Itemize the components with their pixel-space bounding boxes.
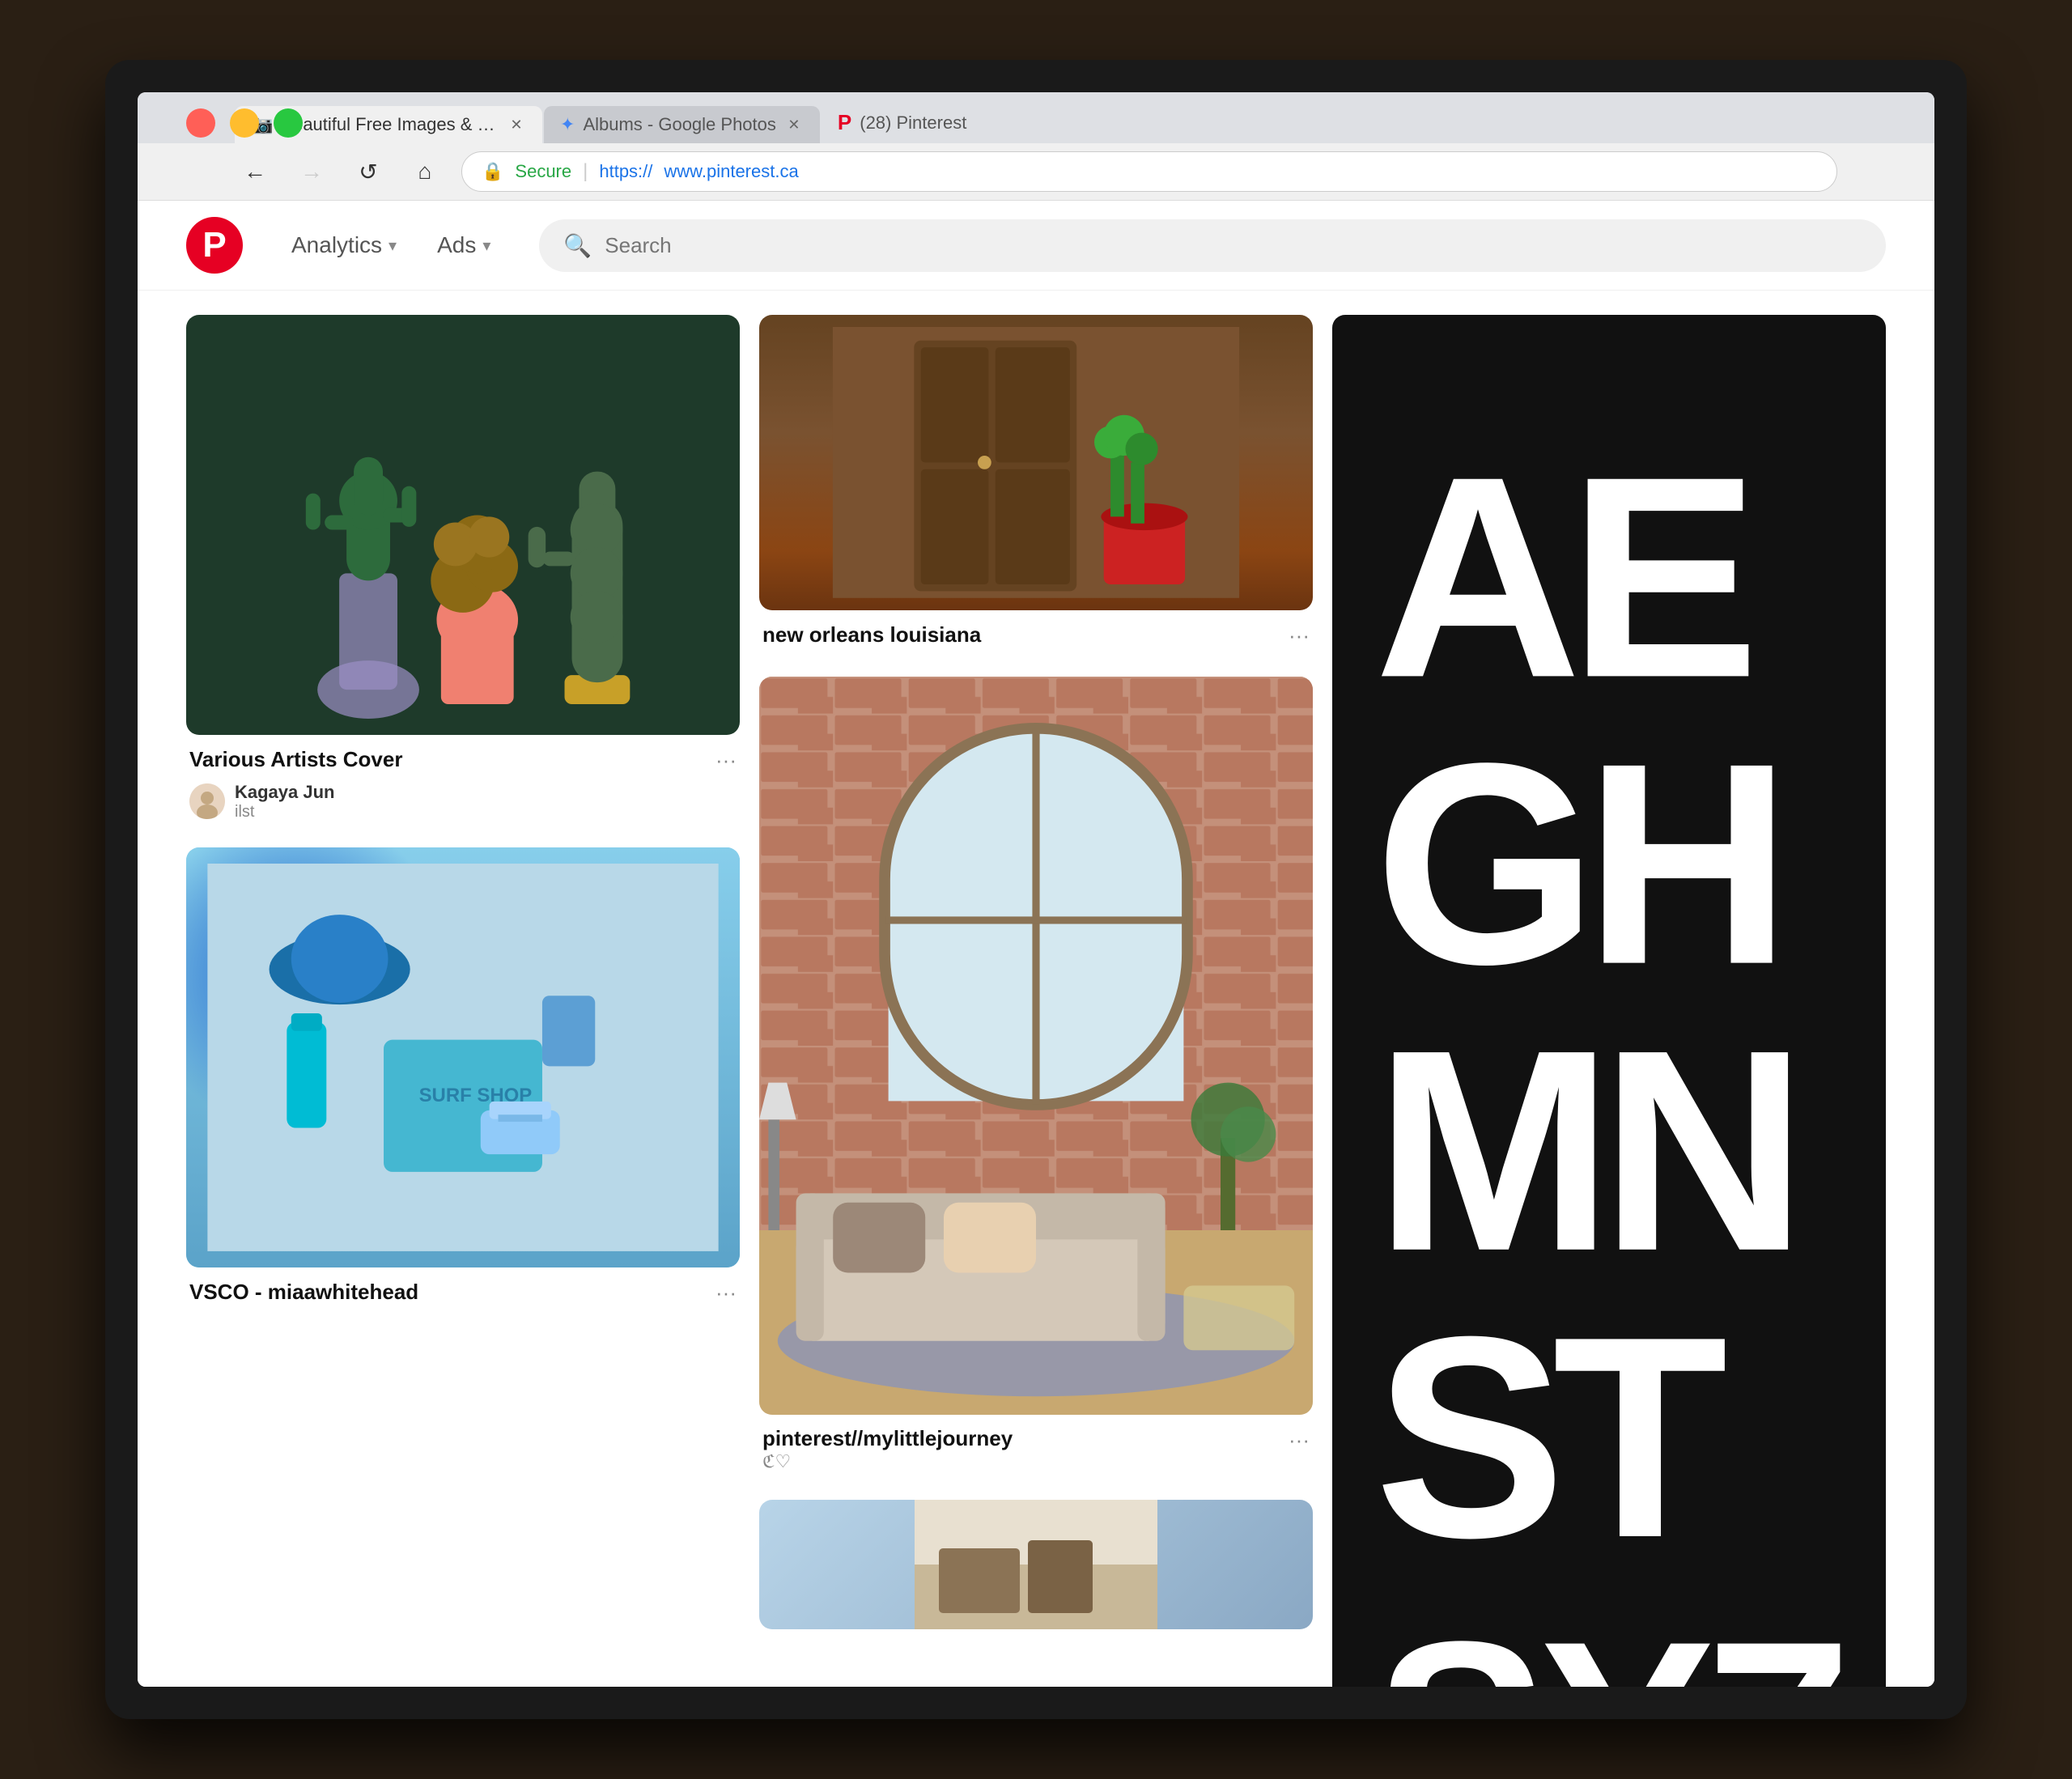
forward-button[interactable]: → [291,151,332,192]
ads-chevron-icon: ▾ [482,236,490,256]
address-bar: ← → ↺ ⌂ 🔒 Secure | https:// www.pinteres… [138,143,1934,201]
tab-pinterest[interactable]: P (28) Pinterest [822,102,983,143]
back-icon: ← [244,159,266,185]
vsco-image: SURF SHOP [186,847,740,1267]
pin-card-cactus[interactable]: Various Artists Cover ··· [186,315,740,831]
search-bar[interactable]: 🔍 [539,219,1886,272]
back-button[interactable]: ← [235,151,275,192]
author-details-cactus: Kagaya Jun ilst [235,782,335,822]
author-name-cactus: Kagaya Jun [235,782,335,803]
laptop-frame: 📷 Beautiful Free Images & Pictur… ✕ ✦ Al… [105,60,1967,1719]
home-button[interactable]: ⌂ [405,151,445,192]
pin-title-nola: new orleans louisiana [762,622,981,649]
vsco-svg: SURF SHOP [202,864,724,1251]
svg-text:AE: AE [1374,417,1752,737]
nola-image [759,315,1313,610]
tab-googlephotos-close[interactable]: ✕ [784,115,804,134]
nola-door [759,315,1313,610]
svg-text:ST: ST [1374,1277,1727,1598]
minimize-button[interactable] [230,108,259,138]
forward-icon: → [300,159,323,185]
cactus-svg [214,355,712,719]
pinterest-p-icon: P [202,225,226,265]
pin-title-cactus: Various Artists Cover [189,746,402,774]
ads-nav-item[interactable]: Ads ▾ [421,221,507,270]
tab-googlephotos[interactable]: ✦ Albums - Google Photos ✕ [544,106,820,143]
browser-chrome: 📷 Beautiful Free Images & Pictur… ✕ ✦ Al… [138,92,1934,201]
pin-card-vsco[interactable]: SURF SHOP [186,847,740,1311]
pin-card-bottom-col2[interactable] [759,1500,1313,1629]
board-author-livingroom: ℭ♡ [762,1451,1013,1472]
analytics-label: Analytics [291,232,382,258]
svg-text:SY7: SY7 [1374,1588,1844,1687]
maximize-button[interactable] [274,108,303,138]
nola-svg [771,327,1301,598]
home-icon: ⌂ [418,159,432,185]
pin-info-livingroom: pinterest//mylittlejourney ℭ♡ ··· [759,1415,1313,1484]
pin-info-vsco: VSCO - miaawhitehead ··· [186,1267,740,1311]
analytics-chevron-icon: ▾ [388,236,397,256]
masonry-col-1: Various Artists Cover ··· [186,315,740,1687]
pin-more-livingroom[interactable]: ··· [1289,1428,1310,1453]
tab-unsplash-close[interactable]: ✕ [507,115,526,134]
livingroom-image [759,677,1313,1415]
avatar-illustration [189,783,225,819]
pin-info-cactus: Various Artists Cover ··· [186,735,740,779]
board-title-livingroom: pinterest//mylittlejourney [762,1426,1013,1451]
livingroom-svg [759,677,1313,1415]
reload-icon: ↺ [359,159,377,185]
masonry-grid: Various Artists Cover ··· [138,291,1934,1687]
pinterest-tab-icon: P [838,110,851,135]
secure-label: Secure [515,161,571,182]
pin-info-nola: new orleans louisiana ··· [759,610,1313,660]
close-button[interactable] [186,108,215,138]
pinterest-app: P Analytics ▾ Ads ▾ 🔍 [138,201,1934,1687]
pin-card-typography[interactable]: AE GH MN ST SY7 ··· [1332,315,1886,1687]
photos-icon: ✦ [560,114,575,135]
url-domain: www.pinterest.ca [664,161,798,182]
browser-screen: 📷 Beautiful Free Images & Pictur… ✕ ✦ Al… [138,92,1934,1687]
typography-svg: AE GH MN ST SY7 [1348,331,1870,1687]
pin-title-vsco: VSCO - miaawhitehead [189,1279,418,1306]
secure-lock-icon: 🔒 [482,161,503,182]
pin-author-cactus: Kagaya Jun ilst [186,779,740,831]
typography-image: AE GH MN ST SY7 [1332,315,1886,1687]
reload-button[interactable]: ↺ [348,151,388,192]
url-prefix: https:// [599,161,652,182]
tab-bar: 📷 Beautiful Free Images & Pictur… ✕ ✦ Al… [138,92,1934,143]
masonry-col-2: new orleans louisiana ··· [759,315,1313,1687]
heart-icon: ℭ♡ [762,1451,791,1472]
author-sub-cactus: ilst [235,803,335,822]
svg-text:MN: MN [1374,991,1794,1311]
pin-more-cactus[interactable]: ··· [715,748,737,773]
masonry-col-3: AE GH MN ST SY7 ··· [1332,315,1886,1687]
search-icon: 🔍 [563,232,592,259]
traffic-lights [186,108,303,138]
vsco-content: SURF SHOP [186,847,740,1267]
pin-card-livingroom[interactable]: pinterest//mylittlejourney ℭ♡ ··· [759,677,1313,1484]
partial-pin-svg [759,1500,1313,1629]
search-input[interactable] [605,233,1862,258]
pin-card-nola[interactable]: new orleans louisiana ··· [759,315,1313,660]
tab-pinterest-label: (28) Pinterest [860,113,966,134]
pinterest-logo[interactable]: P [186,217,243,274]
cactus-image [186,315,740,735]
pinterest-content: Various Artists Cover ··· [138,291,1934,1687]
svg-text:GH: GH [1374,704,1778,1025]
tab-unsplash-label: Beautiful Free Images & Pictur… [281,114,499,135]
pinterest-header: P Analytics ▾ Ads ▾ 🔍 [138,201,1934,291]
analytics-nav-item[interactable]: Analytics ▾ [275,221,413,270]
header-nav: Analytics ▾ Ads ▾ [275,221,507,270]
author-avatar-cactus [189,783,225,819]
pin-more-nola[interactable]: ··· [1289,623,1310,648]
url-bar[interactable]: 🔒 Secure | https:// www.pinterest.ca [461,151,1837,192]
pin-more-vsco[interactable]: ··· [715,1280,737,1306]
ads-label: Ads [437,232,476,258]
url-separator: | [583,160,588,183]
tab-googlephotos-label: Albums - Google Photos [583,114,775,135]
